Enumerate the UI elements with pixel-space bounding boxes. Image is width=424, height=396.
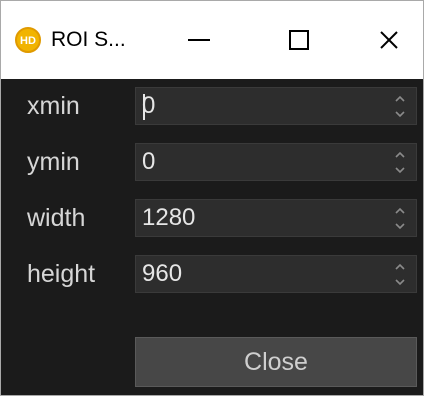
minimize-icon xyxy=(188,39,210,41)
chevron-up-icon xyxy=(395,263,405,270)
chevron-up-icon xyxy=(395,207,405,214)
roi-settings-window: HD ROI S... xmin 0 ymin 0 width 1280 hei… xyxy=(0,0,424,396)
width-increment-button[interactable] xyxy=(386,202,414,218)
ymin-label: ymin xyxy=(27,148,80,176)
chevron-down-icon xyxy=(395,278,405,285)
xmin-increment-button[interactable] xyxy=(386,90,414,106)
xmin-row: xmin 0 xyxy=(1,81,423,129)
xmin-spin-arrows xyxy=(386,90,414,122)
width-label: width xyxy=(27,204,86,232)
width-spin-arrows xyxy=(386,202,414,234)
ymin-value[interactable]: 0 xyxy=(142,147,155,177)
height-spinbox[interactable]: 960 xyxy=(135,255,417,293)
chevron-down-icon xyxy=(395,166,405,173)
xmin-label: xmin xyxy=(27,92,80,120)
window-title: ROI S... xyxy=(51,28,126,51)
chevron-up-icon xyxy=(395,151,405,158)
close-button[interactable]: Close xyxy=(135,337,417,387)
ymin-spin-arrows xyxy=(386,146,414,178)
height-value[interactable]: 960 xyxy=(142,259,182,289)
maximize-button[interactable] xyxy=(269,19,329,61)
xmin-value[interactable]: 0 xyxy=(142,91,155,121)
chevron-down-icon xyxy=(395,110,405,117)
maximize-icon xyxy=(289,30,309,50)
ymin-decrement-button[interactable] xyxy=(386,162,414,178)
height-decrement-button[interactable] xyxy=(386,274,414,290)
close-window-button[interactable] xyxy=(359,19,419,61)
xmin-decrement-button[interactable] xyxy=(386,106,414,122)
ymin-increment-button[interactable] xyxy=(386,146,414,162)
height-spin-arrows xyxy=(386,258,414,290)
settings-panel: xmin 0 ymin 0 width 1280 height 960 Clos… xyxy=(1,79,423,395)
hd-logo-icon: HD xyxy=(15,27,41,53)
minimize-button[interactable] xyxy=(169,19,229,61)
close-icon xyxy=(380,31,398,49)
width-row: width 1280 xyxy=(1,193,423,241)
ymin-row: ymin 0 xyxy=(1,137,423,185)
height-row: height 960 xyxy=(1,249,423,297)
height-label: height xyxy=(27,260,96,288)
width-decrement-button[interactable] xyxy=(386,218,414,234)
chevron-down-icon xyxy=(395,222,405,229)
height-increment-button[interactable] xyxy=(386,258,414,274)
width-spinbox[interactable]: 1280 xyxy=(135,199,417,237)
svg-text:HD: HD xyxy=(20,35,36,47)
chevron-up-icon xyxy=(395,95,405,102)
title-bar[interactable]: HD ROI S... xyxy=(1,1,423,79)
ymin-spinbox[interactable]: 0 xyxy=(135,143,417,181)
width-value[interactable]: 1280 xyxy=(142,203,195,233)
xmin-spinbox[interactable]: 0 xyxy=(135,87,417,125)
